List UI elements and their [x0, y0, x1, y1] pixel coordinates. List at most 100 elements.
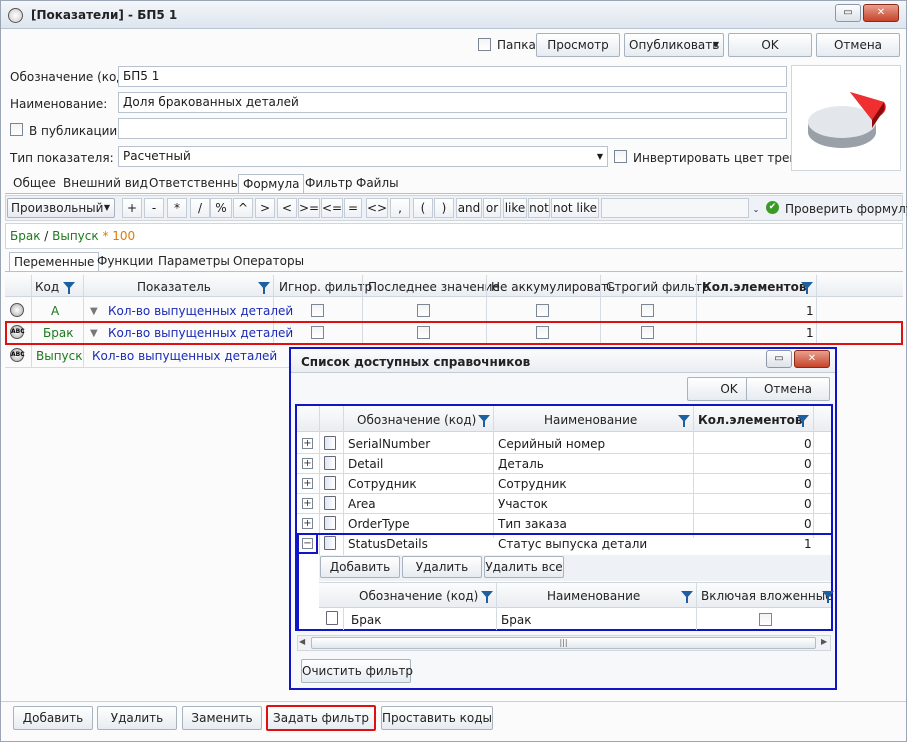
op-button[interactable]: %: [210, 198, 232, 218]
set-codes-button[interactable]: Проставить коды: [381, 706, 493, 730]
col-element-count[interactable]: Кол.элементов: [702, 280, 806, 294]
op-button[interactable]: <=: [321, 198, 343, 218]
ref-code[interactable]: OrderType: [348, 517, 410, 531]
folder-checkbox[interactable]: [478, 38, 491, 51]
row-indicator-link[interactable]: Кол-во выпущенных деталей: [92, 349, 277, 363]
row-code[interactable]: Брак: [43, 326, 73, 340]
op-button[interactable]: <: [277, 198, 297, 218]
col-include-nested[interactable]: Включая вложенные: [701, 589, 833, 603]
type-select[interactable]: Расчетный ▼: [118, 146, 608, 167]
formula-mode-select[interactable]: Произвольный ▼: [7, 198, 115, 218]
row-indicator-link[interactable]: Кол-во выпущенных деталей: [108, 326, 293, 340]
ignore-filter-checkbox[interactable]: [311, 326, 324, 339]
detail-delete-button[interactable]: Удалить: [402, 556, 482, 578]
op-button[interactable]: <>: [366, 198, 388, 218]
op-button[interactable]: *: [167, 198, 187, 218]
col-last-value[interactable]: Последнее значение: [368, 280, 500, 294]
tab-appearance[interactable]: Внешний вид: [59, 174, 152, 194]
restore-icon[interactable]: ▭: [835, 4, 861, 22]
no-accumulate-checkbox[interactable]: [536, 326, 549, 339]
expand-icon[interactable]: +: [302, 518, 313, 529]
cancel-button[interactable]: Отмена: [816, 33, 900, 57]
op-button[interactable]: ^: [233, 198, 253, 218]
expand-icon[interactable]: +: [302, 438, 313, 449]
tab-files[interactable]: Файлы: [352, 174, 403, 194]
last-value-checkbox[interactable]: [417, 326, 430, 339]
subtab-functions[interactable]: Функции: [93, 252, 157, 272]
clear-filter-button[interactable]: Очистить фильтр: [301, 659, 413, 683]
col-ref-code[interactable]: Обозначение (код): [357, 413, 476, 427]
ref-code[interactable]: SerialNumber: [348, 437, 430, 451]
formula-editor[interactable]: [5, 223, 903, 249]
filter-icon[interactable]: [801, 282, 813, 294]
add-button[interactable]: Добавить: [13, 706, 93, 730]
more-ops-icon[interactable]: ⌄: [750, 198, 762, 218]
op-button[interactable]: ,: [390, 198, 410, 218]
op-button[interactable]: -: [144, 198, 164, 218]
ref-code[interactable]: Detail: [348, 457, 383, 471]
col-strict-filter[interactable]: Строгий фильтр: [606, 280, 709, 294]
invert-checkbox[interactable]: [614, 150, 627, 163]
op-button[interactable]: /: [190, 198, 210, 218]
row-code[interactable]: A: [51, 304, 59, 318]
last-value-checkbox[interactable]: [417, 304, 430, 317]
subtab-variables[interactable]: Переменные: [9, 252, 100, 272]
expand-icon[interactable]: +: [302, 498, 313, 509]
detail-delete-all-button[interactable]: Удалить все: [484, 556, 564, 578]
op-button[interactable]: >=: [298, 198, 320, 218]
name-input[interactable]: Доля бракованных деталей: [118, 92, 787, 113]
tab-formula[interactable]: Формула: [238, 174, 305, 194]
filter-icon[interactable]: [678, 415, 690, 427]
set-filter-button[interactable]: Задать фильтр: [266, 705, 376, 731]
op-button[interactable]: +: [122, 198, 142, 218]
replace-button[interactable]: Заменить: [182, 706, 262, 730]
ignore-filter-checkbox[interactable]: [311, 304, 324, 317]
tab-general[interactable]: Общее: [9, 174, 60, 194]
close-icon[interactable]: ✕: [863, 4, 899, 22]
dialog-close-icon[interactable]: ✕: [794, 350, 830, 368]
subtab-parameters[interactable]: Параметры: [154, 252, 234, 272]
code-input[interactable]: БП5 1: [118, 66, 787, 87]
check-formula-button[interactable]: Проверить формулу: [785, 202, 907, 216]
detail-add-button[interactable]: Добавить: [320, 556, 400, 578]
col-no-accumulate[interactable]: Не аккумулировать: [491, 280, 615, 294]
op-button[interactable]: (: [413, 198, 433, 218]
op-button[interactable]: and: [456, 198, 482, 218]
dialog-cancel-button[interactable]: Отмена: [746, 377, 830, 401]
filter-icon[interactable]: [63, 282, 75, 294]
filter-icon[interactable]: [797, 415, 809, 427]
indicator-image-box[interactable]: [791, 65, 901, 171]
publication-input[interactable]: [118, 118, 787, 139]
no-accumulate-checkbox[interactable]: [536, 304, 549, 317]
col-detail-code[interactable]: Обозначение (код): [359, 589, 478, 603]
col-code[interactable]: Код: [35, 280, 59, 294]
filter-icon[interactable]: [478, 415, 490, 427]
delete-button[interactable]: Удалить: [97, 706, 177, 730]
view-button[interactable]: Просмотр: [536, 33, 620, 57]
scroll-left-icon[interactable]: ◀: [299, 637, 305, 646]
scroll-right-icon[interactable]: ▶: [821, 637, 827, 646]
op-button[interactable]: ): [434, 198, 454, 218]
strict-filter-checkbox[interactable]: [641, 326, 654, 339]
collapse-icon[interactable]: −: [302, 538, 313, 549]
tab-filter[interactable]: Фильтр: [301, 174, 356, 194]
op-button[interactable]: >: [255, 198, 275, 218]
expand-icon[interactable]: +: [302, 458, 313, 469]
op-button[interactable]: not: [528, 198, 550, 218]
ok-button[interactable]: OK: [728, 33, 812, 57]
col-ref-count[interactable]: Кол.элементов: [698, 413, 802, 427]
ref-code[interactable]: Сотрудник: [348, 477, 417, 491]
ref-code[interactable]: Area: [348, 497, 376, 511]
col-detail-name[interactable]: Наименование: [547, 589, 640, 603]
tab-responsible[interactable]: Ответственные: [145, 174, 251, 194]
op-button[interactable]: or: [483, 198, 501, 218]
detail-code[interactable]: Брак: [351, 613, 381, 627]
filter-icon[interactable]: [258, 282, 270, 294]
row-indicator-link[interactable]: Кол-во выпущенных деталей: [108, 304, 293, 318]
op-button[interactable]: =: [344, 198, 362, 218]
strict-filter-checkbox[interactable]: [641, 304, 654, 317]
op-button[interactable]: like: [503, 198, 527, 218]
ref-code[interactable]: StatusDetails: [348, 537, 428, 551]
subtab-operators[interactable]: Операторы: [229, 252, 308, 272]
include-nested-checkbox[interactable]: [759, 613, 772, 626]
